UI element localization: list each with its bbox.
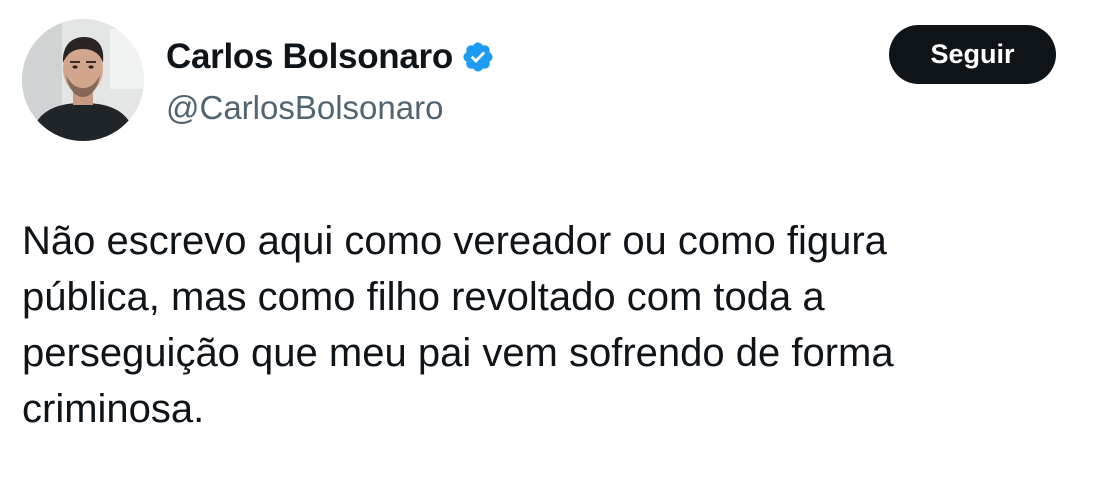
avatar[interactable] (22, 19, 144, 141)
tweet-text-line: pública, mas como filho revoltado com to… (22, 275, 825, 319)
author-display-name[interactable]: Carlos Bolsonaro (166, 34, 453, 80)
tweet-text-line: Não escrevo aqui como vereador ou como f… (22, 219, 887, 263)
profile-photo-icon (22, 19, 144, 141)
tweet-card: Carlos Bolsonaro @CarlosBolsonaro Seguir… (0, 0, 1100, 500)
tweet-text: Não escrevo aqui como vereador ou como f… (22, 213, 1082, 437)
author-handle[interactable]: @CarlosBolsonaro (166, 87, 443, 129)
tweet-text-line: perseguição que meu pai vem sofrendo de … (22, 331, 894, 375)
tweet-text-line: criminosa. (22, 387, 205, 431)
author-name-row: Carlos Bolsonaro (166, 34, 495, 80)
follow-button[interactable]: Seguir (889, 25, 1056, 84)
verified-badge-icon (463, 42, 493, 72)
